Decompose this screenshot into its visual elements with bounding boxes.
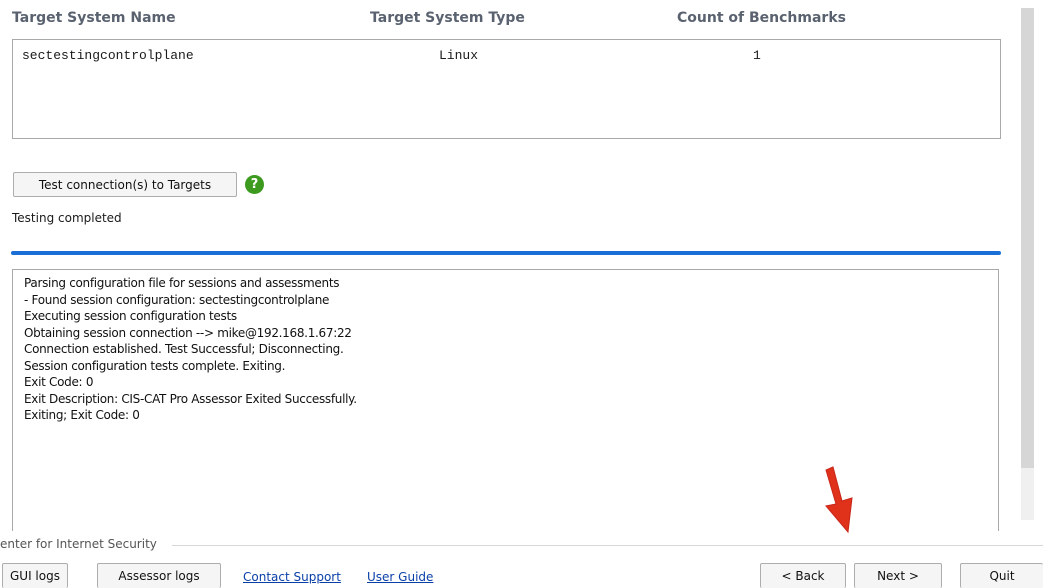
benchmark-count-cell: 1 <box>753 48 761 63</box>
next-button[interactable]: Next > <box>854 563 942 588</box>
log-line: Executing session configuration tests <box>24 309 237 323</box>
log-line: Obtaining session connection --> mike@19… <box>24 325 352 340</box>
group-divider <box>172 545 1043 546</box>
log-line: Connection established. Test Successful;… <box>24 342 344 356</box>
scrollbar-thumb[interactable] <box>1021 8 1034 468</box>
contact-support-link[interactable]: Contact Support <box>243 570 341 584</box>
progress-bar-fill <box>11 251 1001 255</box>
targets-list[interactable]: sectestingcontrolplane Linux 1 <box>12 39 1001 139</box>
target-name-cell: sectestingcontrolplane <box>22 48 194 63</box>
column-header-type: Target System Type <box>370 10 525 26</box>
log-line: Session configuration tests complete. Ex… <box>24 358 286 373</box>
column-header-count: Count of Benchmarks <box>677 10 846 26</box>
group-label: enter for Internet Security <box>0 537 157 551</box>
quit-button[interactable]: Quit <box>960 563 1043 588</box>
assessor-logs-button[interactable]: Assessor logs <box>97 563 221 588</box>
status-text: Testing completed <box>12 211 122 225</box>
log-line: Exit Code: 0 <box>24 375 94 389</box>
log-line: - Found session configuration: sectestin… <box>24 292 330 307</box>
scrollbar-track[interactable] <box>1021 468 1034 520</box>
help-icon[interactable]: ? <box>245 175 264 194</box>
log-line: Exiting; Exit Code: 0 <box>24 408 140 422</box>
log-line: Parsing configuration file for sessions … <box>24 276 340 290</box>
progress-bar <box>11 251 1001 255</box>
back-button[interactable]: < Back <box>760 563 846 588</box>
target-type-cell: Linux <box>439 48 479 63</box>
annotation-arrow-icon <box>825 466 853 534</box>
gui-logs-button[interactable]: GUI logs <box>2 563 68 588</box>
column-header-name: Target System Name <box>12 10 176 26</box>
user-guide-link[interactable]: User Guide <box>367 570 433 584</box>
test-connection-button[interactable]: Test connection(s) to Targets <box>13 172 237 197</box>
log-line: Exit Description: CIS-CAT Pro Assessor E… <box>24 391 357 406</box>
help-icon-glyph: ? <box>250 177 259 192</box>
